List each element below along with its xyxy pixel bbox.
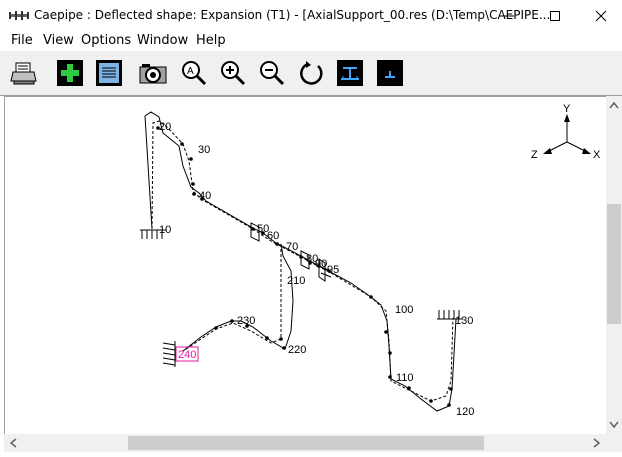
scroll-left-icon <box>9 438 17 448</box>
node-label-230: 230 <box>237 315 255 327</box>
axis-label-z: Z <box>531 149 538 161</box>
axis-label-x: X <box>593 149 601 161</box>
node-label-40: 40 <box>199 190 211 202</box>
node-label-100: 100 <box>395 304 413 316</box>
horizontal-scrollbar[interactable] <box>4 434 606 452</box>
scroll-right-icon <box>593 438 601 448</box>
node-label-240[interactable]: 240 <box>178 349 196 361</box>
horizontal-scroll-thumb[interactable] <box>128 436 484 450</box>
support-icon[interactable] <box>336 59 364 87</box>
maximize-icon <box>550 10 560 21</box>
minimize-button[interactable] <box>486 0 532 31</box>
scroll-down-icon <box>609 421 619 429</box>
zoom-all-icon[interactable]: A <box>180 59 208 87</box>
caepipe-app-icon <box>9 11 29 20</box>
menu-options[interactable]: Options <box>81 33 131 48</box>
anchor-icon[interactable] <box>376 59 404 87</box>
horizontal-scrollbar-graphics <box>9 436 601 450</box>
node-label-70: 70 <box>286 241 298 253</box>
vertical-scroll-thumb[interactable] <box>607 204 621 324</box>
toolbar: A <box>0 51 622 96</box>
node-label-10: 10 <box>159 224 171 236</box>
node-label-90: 90 <box>315 258 327 270</box>
node-label-20: 20 <box>159 121 171 133</box>
axis-label-y: Y <box>563 103 571 115</box>
maximize-button[interactable] <box>532 0 578 31</box>
menu-window[interactable]: Window <box>137 33 188 48</box>
vertical-scrollbar-graphics <box>607 101 621 429</box>
pipe-model-drawing: 20 30 40 10 50 60 70 80 90 95 210 100 13… <box>140 103 601 418</box>
scroll-up-icon <box>609 101 619 109</box>
node-label-210: 210 <box>287 275 305 287</box>
title-bar: Caepipe : Deflected shape: Expansion (T1… <box>0 0 622 31</box>
close-button[interactable] <box>578 0 622 31</box>
window-title: Caepipe : Deflected shape: Expansion (T1… <box>34 8 551 22</box>
scrollbar-corner <box>606 434 622 452</box>
svg-text:A: A <box>187 66 194 77</box>
node-label-120: 120 <box>456 406 474 418</box>
deflected-shape-canvas[interactable]: 20 30 40 10 50 60 70 80 90 95 210 100 13… <box>4 96 607 435</box>
zoom-out-icon[interactable] <box>258 59 286 87</box>
menu-help[interactable]: Help <box>196 33 226 48</box>
node-label-220: 220 <box>288 344 306 356</box>
add-icon[interactable] <box>56 59 84 87</box>
rotate-icon[interactable] <box>298 59 326 87</box>
undeformed-shape <box>151 120 454 402</box>
node-label-30: 30 <box>198 144 210 156</box>
node-label-130: 130 <box>455 315 473 327</box>
camera-icon[interactable] <box>139 59 167 87</box>
node-labels: 20 30 40 10 50 60 70 80 90 95 210 100 13… <box>159 121 474 418</box>
node-label-95: 95 <box>327 264 339 276</box>
list-icon[interactable] <box>95 59 123 87</box>
zoom-in-icon[interactable] <box>219 59 247 87</box>
vertical-scrollbar[interactable] <box>606 96 622 434</box>
minimize-icon <box>504 15 514 16</box>
print-icon[interactable] <box>10 59 38 87</box>
axis-triad: Y Z X <box>531 103 601 161</box>
close-icon <box>595 10 607 21</box>
node-label-60: 60 <box>267 230 279 242</box>
menu-file[interactable]: File <box>11 33 33 48</box>
menu-bar: File View Options Window Help <box>0 31 622 51</box>
node-label-110: 110 <box>396 372 414 384</box>
menu-view[interactable]: View <box>43 33 74 48</box>
